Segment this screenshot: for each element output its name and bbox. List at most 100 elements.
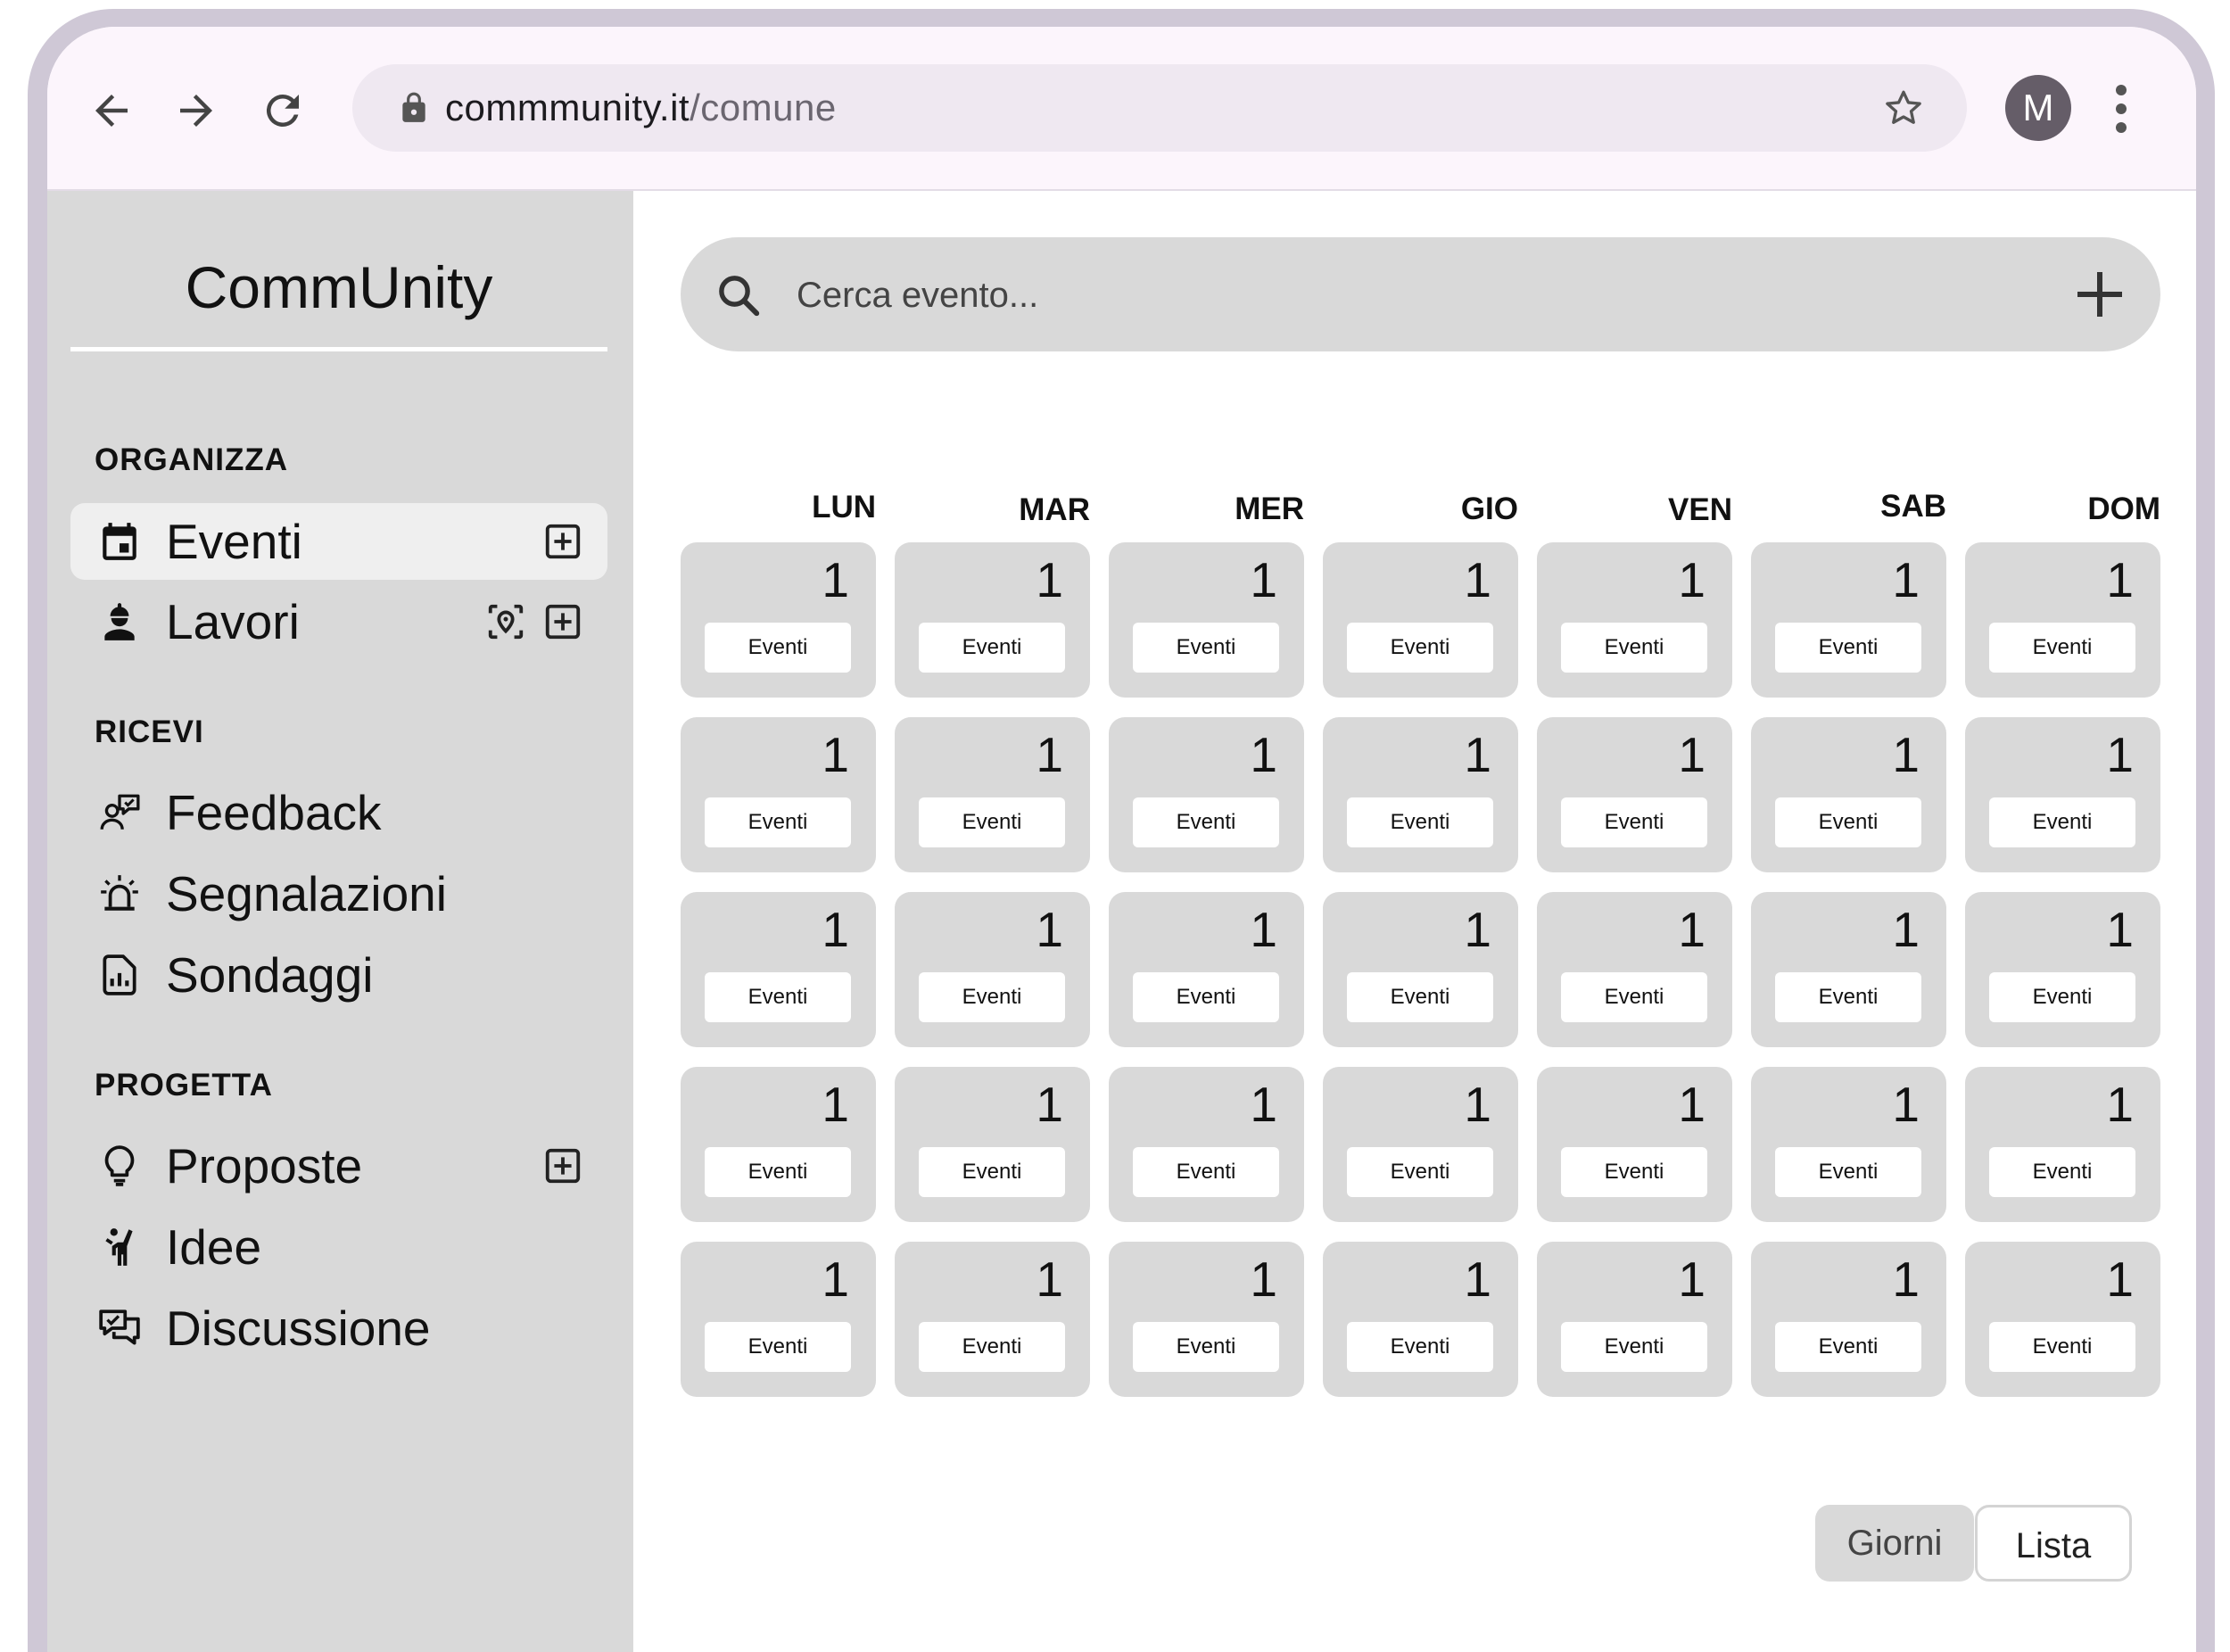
calendar-day-cell[interactable]: 1 Eventi	[1751, 1067, 1946, 1222]
calendar-day-cell[interactable]: 1 Eventi	[1751, 892, 1946, 1047]
events-tag-button[interactable]: Eventi	[1775, 1147, 1921, 1197]
calendar-day-cell[interactable]: 1 Eventi	[895, 1067, 1090, 1222]
events-tag-button[interactable]: Eventi	[1347, 1322, 1493, 1372]
calendar-day-cell[interactable]: 1 Eventi	[1109, 717, 1304, 872]
calendar-day-cell[interactable]: 1 Eventi	[1751, 542, 1946, 698]
sidebar-item-segnalazioni[interactable]: Segnalazioni	[70, 855, 607, 932]
calendar-day-cell[interactable]: 1 Eventi	[1323, 1067, 1518, 1222]
calendar-day-cell[interactable]: 1 Eventi	[895, 892, 1090, 1047]
calendar-day-cell[interactable]: 1 Eventi	[1965, 542, 2160, 698]
events-tag-button[interactable]: Eventi	[705, 1322, 851, 1372]
events-tag-button[interactable]: Eventi	[919, 623, 1065, 673]
more-vert-icon[interactable]	[2108, 82, 2135, 136]
events-tag-button[interactable]: Eventi	[1347, 797, 1493, 847]
calendar-day-cell[interactable]: 1 Eventi	[681, 542, 876, 698]
sidebar-item-lavori[interactable]: Lavori	[70, 583, 607, 660]
calendar-day-cell[interactable]: 1 Eventi	[681, 1242, 876, 1397]
calendar-day-cell[interactable]: 1 Eventi	[895, 717, 1090, 872]
location-search-icon[interactable]	[485, 601, 526, 642]
events-tag-button[interactable]: Eventi	[1989, 1322, 2135, 1372]
calendar-day-cell[interactable]: 1 Eventi	[1109, 1242, 1304, 1397]
view-toggle-lista[interactable]: Lista	[1975, 1505, 2132, 1582]
events-tag-button[interactable]: Eventi	[1989, 797, 2135, 847]
calendar-day-cell[interactable]: 1 Eventi	[895, 1242, 1090, 1397]
reload-icon	[266, 94, 299, 127]
events-tag-button[interactable]: Eventi	[1989, 623, 2135, 673]
calendar-day-cell[interactable]: 1 Eventi	[1109, 1067, 1304, 1222]
calendar-day-cell[interactable]: 1 Eventi	[1965, 1242, 2160, 1397]
browser-toolbar: commmunity.it/comune M	[47, 27, 2196, 191]
events-tag-button[interactable]: Eventi	[919, 1322, 1065, 1372]
view-toggle-giorni[interactable]: Giorni	[1815, 1505, 1974, 1582]
calendar-icon	[103, 523, 136, 560]
search-input[interactable]	[795, 259, 1958, 332]
events-tag-button[interactable]: Eventi	[1775, 1322, 1921, 1372]
calendar-day-cell[interactable]: 1 Eventi	[1109, 542, 1304, 698]
events-tag-button[interactable]: Eventi	[1775, 623, 1921, 673]
reload-button[interactable]	[254, 82, 311, 139]
calendar-day-cell[interactable]: 1 Eventi	[1751, 717, 1946, 872]
events-tag-button[interactable]: Eventi	[1561, 1147, 1707, 1197]
calendar-day-cell[interactable]: 1 Eventi	[681, 717, 876, 872]
calendar-day-cell[interactable]: 1 Eventi	[1323, 892, 1518, 1047]
events-tag-button[interactable]: Eventi	[919, 972, 1065, 1022]
search-bar	[681, 237, 2160, 351]
events-tag-button[interactable]: Eventi	[1775, 797, 1921, 847]
events-tag-button[interactable]: Eventi	[1989, 972, 2135, 1022]
calendar-day-cell[interactable]: 1 Eventi	[1537, 542, 1732, 698]
calendar-day-cell[interactable]: 1 Eventi	[1537, 717, 1732, 872]
sidebar-item-sondaggi[interactable]: Sondaggi	[70, 937, 607, 1013]
events-tag-button[interactable]: Eventi	[1561, 797, 1707, 847]
sidebar-item-label: Proposte	[166, 1138, 363, 1194]
events-tag-button[interactable]: Eventi	[1561, 1322, 1707, 1372]
sidebar-item-label: Discussione	[166, 1301, 431, 1356]
back-button[interactable]	[83, 82, 140, 139]
bookmark-star-icon[interactable]	[1881, 86, 1926, 130]
sidebar-item-idee[interactable]: Idee	[70, 1209, 607, 1285]
calendar-day-cell[interactable]: 1 Eventi	[681, 1067, 876, 1222]
events-tag-button[interactable]: Eventi	[1561, 972, 1707, 1022]
profile-avatar[interactable]: M	[2005, 75, 2071, 141]
calendar-day-cell[interactable]: 1 Eventi	[1323, 542, 1518, 698]
events-tag-button[interactable]: Eventi	[705, 972, 851, 1022]
calendar-day-cell[interactable]: 1 Eventi	[1965, 892, 2160, 1047]
events-tag-button[interactable]: Eventi	[1133, 623, 1279, 673]
events-tag-button[interactable]: Eventi	[1133, 797, 1279, 847]
events-tag-button[interactable]: Eventi	[919, 1147, 1065, 1197]
calendar-day-cell[interactable]: 1 Eventi	[1537, 1242, 1732, 1397]
calendar-day-cell[interactable]: 1 Eventi	[1965, 1067, 2160, 1222]
calendar-day-cell[interactable]: 1 Eventi	[1965, 717, 2160, 872]
events-tag-button[interactable]: Eventi	[1133, 1147, 1279, 1197]
events-tag-button[interactable]: Eventi	[1347, 1147, 1493, 1197]
events-tag-button[interactable]: Eventi	[1133, 1322, 1279, 1372]
events-tag-button[interactable]: Eventi	[705, 797, 851, 847]
sidebar-item-eventi[interactable]: Eventi	[70, 503, 607, 580]
forward-button[interactable]	[168, 82, 225, 139]
add-box-icon[interactable]	[542, 601, 583, 642]
sidebar-item-feedback[interactable]: Feedback	[70, 774, 607, 851]
add-box-icon[interactable]	[542, 521, 583, 562]
add-icon[interactable]	[2073, 268, 2127, 321]
add-box-icon[interactable]	[542, 1145, 583, 1186]
sidebar-item-discussione[interactable]: Discussione	[70, 1290, 607, 1367]
events-tag-button[interactable]: Eventi	[705, 1147, 851, 1197]
address-bar[interactable]: commmunity.it/comune	[352, 64, 1967, 152]
events-tag-button[interactable]: Eventi	[1561, 623, 1707, 673]
events-tag-button[interactable]: Eventi	[705, 623, 851, 673]
events-tag-button[interactable]: Eventi	[1989, 1147, 2135, 1197]
calendar-day-cell[interactable]: 1 Eventi	[895, 542, 1090, 698]
sidebar-item-label: Sondaggi	[166, 947, 374, 1003]
calendar-day-cell[interactable]: 1 Eventi	[1537, 1067, 1732, 1222]
events-tag-button[interactable]: Eventi	[1347, 972, 1493, 1022]
events-tag-button[interactable]: Eventi	[1347, 623, 1493, 673]
calendar-day-cell[interactable]: 1 Eventi	[1323, 1242, 1518, 1397]
calendar-day-cell[interactable]: 1 Eventi	[1537, 892, 1732, 1047]
events-tag-button[interactable]: Eventi	[919, 797, 1065, 847]
calendar-day-cell[interactable]: 1 Eventi	[681, 892, 876, 1047]
events-tag-button[interactable]: Eventi	[1775, 972, 1921, 1022]
calendar-day-cell[interactable]: 1 Eventi	[1323, 717, 1518, 872]
sidebar-item-proposte[interactable]: Proposte	[70, 1127, 607, 1204]
events-tag-button[interactable]: Eventi	[1133, 972, 1279, 1022]
calendar-day-cell[interactable]: 1 Eventi	[1109, 892, 1304, 1047]
calendar-day-cell[interactable]: 1 Eventi	[1751, 1242, 1946, 1397]
